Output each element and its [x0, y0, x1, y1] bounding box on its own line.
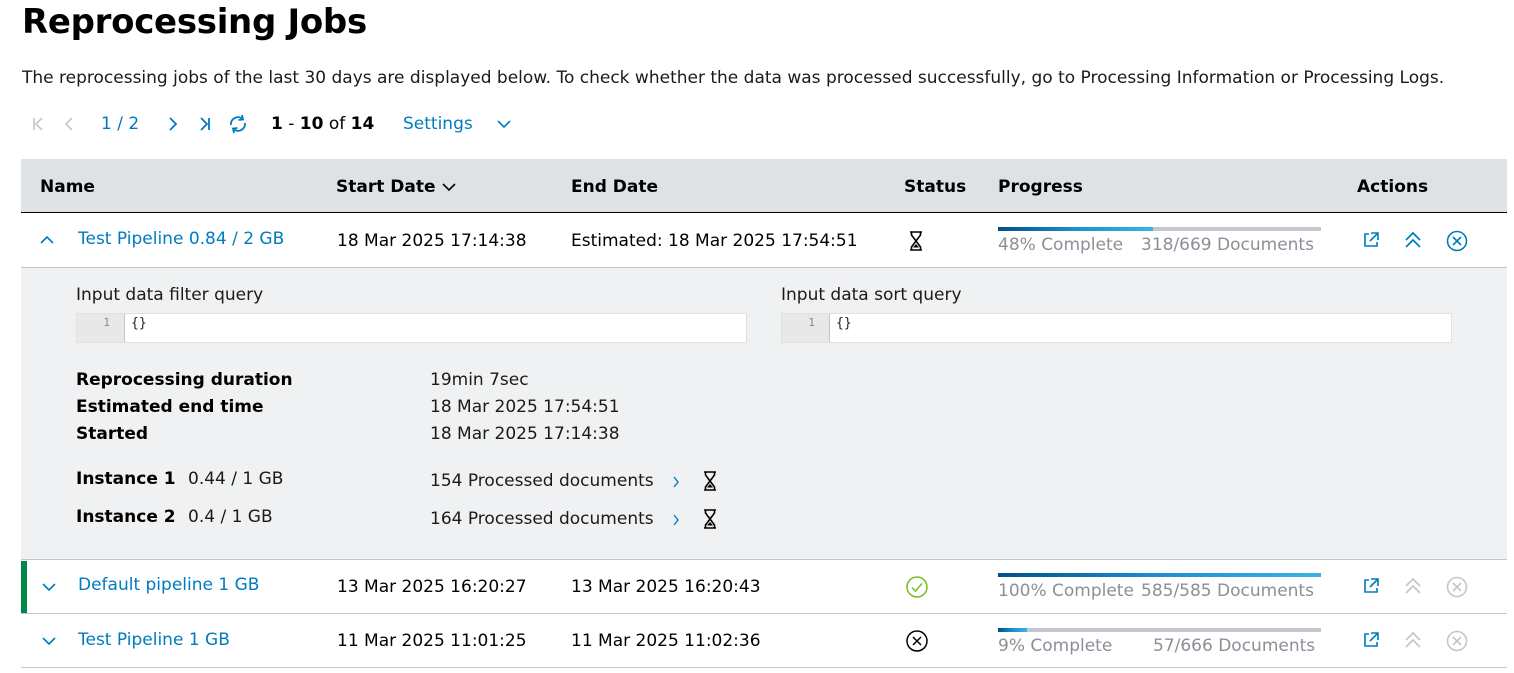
job-name-link[interactable]: Test Pipeline 1 GB [78, 630, 230, 650]
chevron-down-icon[interactable] [495, 112, 513, 136]
range-of: of [323, 114, 351, 134]
started-label: Started [76, 424, 149, 444]
prioritize-double-chevron-up-icon [1402, 575, 1424, 597]
hourglass-icon [700, 507, 720, 531]
range-total: 14 [350, 114, 375, 134]
row-divider [21, 559, 1507, 560]
selected-row-indicator [21, 561, 27, 613]
sort-query-label: Input data sort query [781, 285, 962, 305]
first-page-icon[interactable] [30, 112, 46, 136]
cancel-job-icon [1445, 575, 1469, 599]
open-external-icon[interactable] [1360, 229, 1382, 251]
column-end-date[interactable]: End Date [571, 177, 658, 197]
sort-query-editor[interactable]: 1 {} [781, 313, 1452, 343]
previous-page-icon[interactable] [62, 112, 76, 136]
progress-fill [998, 628, 1028, 632]
page-indicator[interactable]: 1 / 2 [101, 112, 139, 136]
job-start-date: 11 Mar 2025 11:01:25 [337, 631, 527, 651]
hourglass-icon [700, 469, 720, 493]
settings-label: Settings [403, 114, 473, 134]
chevron-right-icon[interactable] [670, 511, 682, 529]
progress-documents: 57/666 Documents [1153, 636, 1316, 656]
processed-documents-link[interactable]: 154 Processed documents [430, 471, 654, 491]
job-end-date: 11 Mar 2025 11:02:36 [571, 631, 761, 651]
job-name-link[interactable]: Test Pipeline 0.84 / 2 GB [78, 229, 284, 249]
processed-documents-text: 154 Processed documents [430, 471, 654, 491]
estimated-end-label: Estimated end time [76, 397, 264, 417]
filter-query-editor[interactable]: 1 {} [76, 313, 747, 343]
processed-documents-text: 164 Processed documents [430, 509, 654, 529]
next-page-icon[interactable] [166, 112, 180, 136]
progress-bar [998, 573, 1321, 577]
page-description: The reprocessing jobs of the last 30 day… [22, 68, 1445, 88]
sort-chevron-down-icon[interactable] [440, 178, 458, 198]
table-header [21, 159, 1507, 213]
progress-percent: 9% Complete [998, 636, 1113, 656]
instance-label: Instance 1 [76, 469, 176, 489]
column-actions: Actions [1357, 177, 1429, 197]
progress-percent: 48% Complete [998, 235, 1124, 255]
open-external-icon[interactable] [1360, 629, 1382, 651]
column-status: Status [904, 177, 967, 197]
instance-size: 0.44 / 1 GB [188, 469, 284, 489]
range-start: 1 [271, 114, 283, 134]
range-end: 10 [299, 114, 324, 134]
settings-dropdown[interactable]: Settings [403, 112, 473, 136]
check-circle-icon [905, 575, 929, 599]
processed-documents-link[interactable]: 164 Processed documents [430, 509, 654, 529]
line-number: 1 [77, 314, 125, 342]
hourglass-icon [906, 229, 926, 253]
expand-row-icon[interactable] [40, 578, 58, 596]
progress-fill [998, 227, 1154, 231]
cancel-job-icon[interactable] [1445, 229, 1469, 253]
filter-query-label: Input data filter query [76, 285, 264, 305]
progress-fill [998, 573, 1321, 577]
progress-bar [998, 227, 1321, 231]
cancel-job-icon [1445, 629, 1469, 653]
job-start-date: 13 Mar 2025 16:20:27 [337, 577, 527, 597]
job-end-date: 13 Mar 2025 16:20:43 [571, 577, 761, 597]
line-number: 1 [782, 314, 830, 342]
instance-size: 0.4 / 1 GB [188, 507, 273, 527]
expand-row-icon[interactable] [40, 632, 58, 650]
range-separator: - [282, 114, 300, 134]
chevron-right-icon[interactable] [670, 473, 682, 491]
cancel-circle-icon [905, 629, 929, 653]
job-start-date: 18 Mar 2025 17:14:38 [337, 231, 527, 251]
refresh-icon[interactable] [227, 112, 249, 136]
progress-documents: 585/585 Documents [1141, 581, 1314, 601]
last-page-icon[interactable] [197, 112, 213, 136]
column-name[interactable]: Name [40, 177, 95, 197]
row-divider [21, 667, 1507, 668]
progress-bar [998, 628, 1321, 632]
progress-percent: 100% Complete [998, 581, 1134, 601]
job-name-link[interactable]: Default pipeline 1 GB [78, 575, 259, 595]
sort-query-value: {} [836, 316, 852, 331]
instance-label: Instance 2 [76, 507, 176, 527]
row-divider [21, 613, 1507, 614]
duration-label: Reprocessing duration [76, 370, 293, 390]
range-indicator: 1 - 10 of 14 [271, 112, 374, 136]
collapse-row-icon[interactable] [38, 231, 56, 249]
column-progress: Progress [998, 177, 1083, 197]
open-external-icon[interactable] [1360, 575, 1382, 597]
started-value: 18 Mar 2025 17:14:38 [430, 424, 620, 444]
column-start-date[interactable]: Start Date [336, 177, 436, 197]
progress-documents: 318/669 Documents [1141, 235, 1314, 255]
prioritize-double-chevron-up-icon[interactable] [1402, 229, 1424, 251]
prioritize-double-chevron-up-icon [1402, 629, 1424, 651]
page-title: Reprocessing Jobs [22, 2, 367, 42]
filter-query-value: {} [131, 316, 147, 331]
estimated-end-value: 18 Mar 2025 17:54:51 [430, 397, 620, 417]
duration-value: 19min 7sec [430, 370, 529, 390]
job-end-date: Estimated: 18 Mar 2025 17:54:51 [571, 231, 858, 251]
